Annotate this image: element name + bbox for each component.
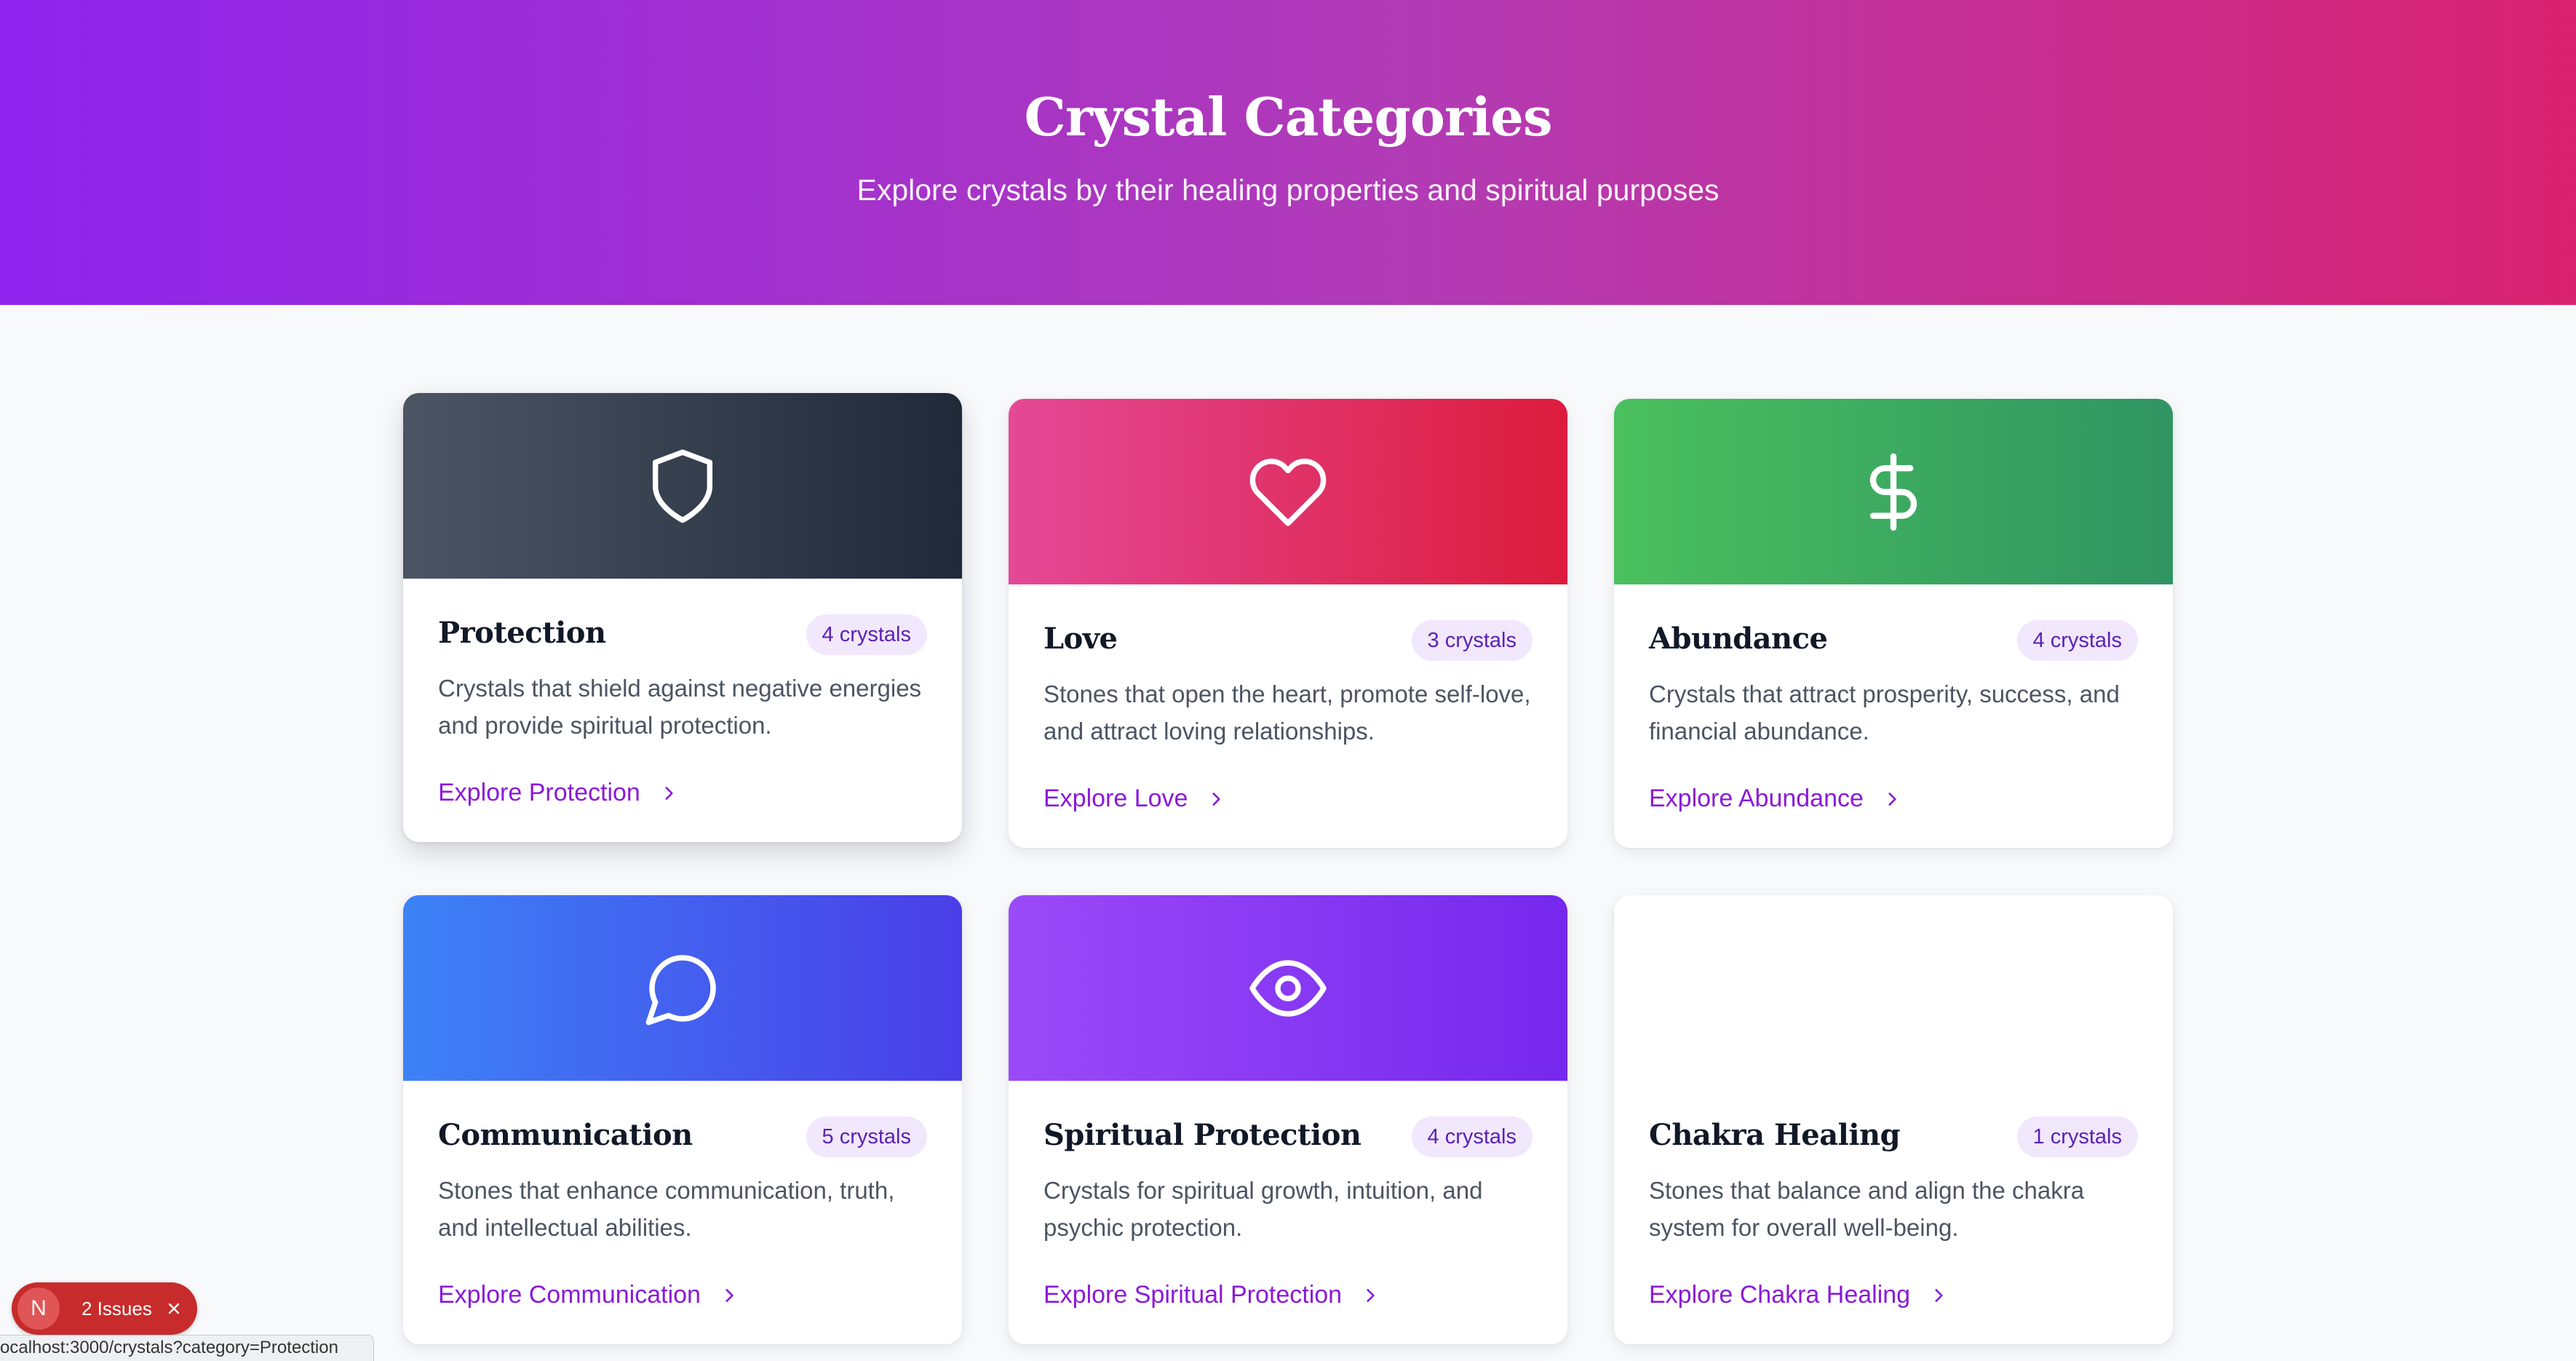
page-subtitle: Explore crystals by their healing proper… — [856, 173, 1720, 207]
card-banner — [1009, 895, 1567, 1081]
card-description: Crystals for spiritual growth, intuition… — [1043, 1177, 1483, 1241]
link-label: Explore Chakra Healing — [1649, 1281, 1911, 1309]
crystal-count-badge: 4 crystals — [806, 614, 927, 655]
shield-icon — [652, 449, 713, 523]
card-description: Stones that open the heart, promote self… — [1043, 680, 1531, 745]
page-title: Crystal Categories — [1024, 86, 1553, 148]
crystal-count-badge: 5 crystals — [806, 1116, 927, 1157]
card-description: Crystals that shield against negative en… — [438, 675, 922, 739]
card-description: Crystals that attract prosperity, succes… — [1649, 680, 2120, 745]
card-title: Chakra Healing — [1649, 1118, 1901, 1152]
hero-header: Crystal Categories Explore crystals by t… — [0, 0, 2576, 305]
chevron-right-icon — [726, 1288, 734, 1302]
card-title: Abundance — [1649, 622, 1828, 656]
explore-love-link[interactable]: Explore Love — [1043, 785, 1225, 813]
card-description: Stones that enhance communication, truth… — [438, 1177, 895, 1241]
chevron-right-icon — [665, 786, 673, 800]
card-description: Stones that balance and align the chakra… — [1649, 1177, 2085, 1241]
link-label: Explore Protection — [438, 779, 640, 806]
issues-label: 2 Issues — [82, 1297, 152, 1320]
chevron-right-icon — [1935, 1288, 1943, 1302]
crystal-count-badge: 4 crystals — [2016, 620, 2138, 661]
card-banner — [403, 895, 962, 1081]
status-bar-url: ocalhost:3000/crystals?category=Protecti… — [0, 1335, 374, 1361]
card-banner — [1009, 399, 1567, 584]
crystal-count-badge: 4 crystals — [1411, 1116, 1533, 1157]
link-label: Explore Love — [1043, 785, 1188, 812]
category-card-abundance[interactable]: Abundance 4 crystals Crystals that attra… — [1614, 399, 2173, 848]
crystal-count-badge: 1 crystals — [2016, 1116, 2138, 1157]
explore-spiritual-protection-link[interactable]: Explore Spiritual Protection — [1043, 1281, 1380, 1309]
explore-abundance-link[interactable]: Explore Abundance — [1649, 785, 1901, 813]
category-card-protection[interactable]: Protection 4 crystals Crystals that shie… — [403, 393, 962, 842]
explore-chakra-healing-link[interactable]: Explore Chakra Healing — [1649, 1281, 1948, 1309]
explore-communication-link[interactable]: Explore Communication — [438, 1281, 739, 1309]
link-label: Explore Spiritual Protection — [1043, 1281, 1343, 1309]
nextjs-logo-icon: N — [17, 1287, 60, 1330]
card-banner — [1614, 399, 2173, 584]
chevron-right-icon — [1367, 1288, 1375, 1302]
dev-issues-button[interactable]: N 2 Issues — [12, 1282, 197, 1335]
category-card-spiritual-protection[interactable]: Spiritual Protection 4 crystals Crystals… — [1009, 895, 1567, 1344]
link-label: Explore Communication — [438, 1281, 701, 1309]
card-banner — [1614, 895, 2173, 1081]
card-title: Communication — [438, 1118, 693, 1152]
card-banner — [403, 393, 962, 579]
close-icon[interactable] — [165, 1300, 183, 1317]
explore-protection-link[interactable]: Explore Protection — [438, 779, 678, 807]
message-circle-icon — [645, 954, 716, 1025]
card-title: Protection — [438, 616, 606, 650]
category-card-love[interactable]: Love 3 crystals Stones that open the hea… — [1009, 399, 1567, 848]
eye-icon — [1249, 959, 1327, 1017]
dollar-icon — [1869, 453, 1917, 531]
card-title: Love — [1043, 622, 1118, 656]
link-label: Explore Abundance — [1649, 785, 1864, 812]
card-title: Spiritual Protection — [1043, 1118, 1361, 1152]
chevron-right-icon — [1888, 792, 1896, 806]
chevron-right-icon — [1212, 792, 1221, 806]
category-card-communication[interactable]: Communication 5 crystals Stones that enh… — [403, 895, 962, 1344]
crystal-count-badge: 3 crystals — [1411, 620, 1533, 661]
heart-icon — [1249, 458, 1327, 526]
category-card-chakra-healing[interactable]: Chakra Healing 1 crystals Stones that ba… — [1614, 895, 2173, 1344]
